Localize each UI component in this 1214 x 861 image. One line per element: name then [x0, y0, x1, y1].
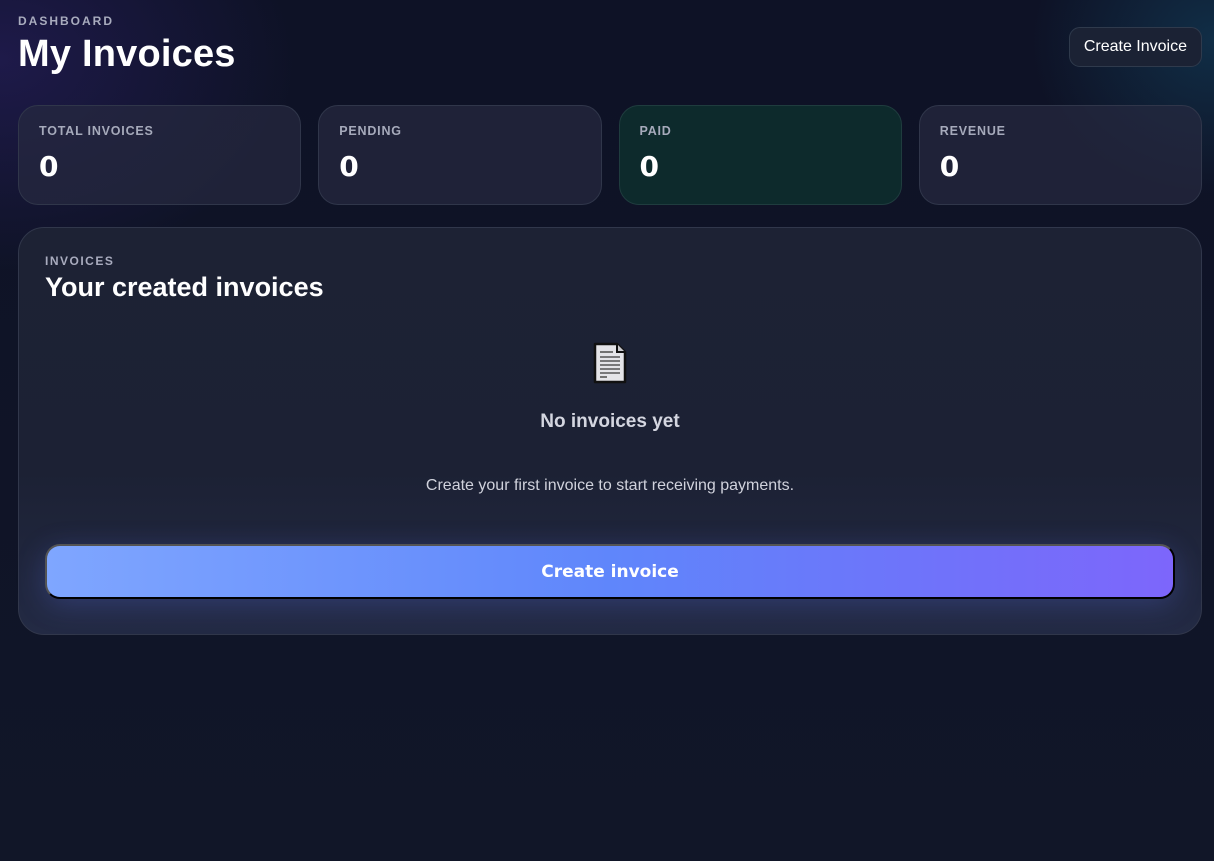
stat-label: REVENUE: [939, 124, 1006, 138]
stat-value: 0: [939, 150, 960, 183]
create-invoice-cta-button[interactable]: Create invoice: [45, 544, 1175, 599]
panel-eyebrow: INVOICES: [45, 254, 115, 268]
empty-state-title: No invoices yet: [540, 411, 680, 432]
stat-label: PENDING: [339, 124, 402, 138]
stat-value: 0: [639, 150, 659, 183]
stat-card-pending: PENDING 0: [318, 105, 602, 205]
stat-card-paid: PAID 0: [618, 105, 902, 205]
stat-card-total: TOTAL INVOICES 0: [18, 105, 302, 205]
page-header: DASHBOARD My Invoices Create Invoice: [18, 14, 1202, 84]
page-title: My Invoices: [18, 33, 236, 75]
stat-value: 0: [39, 150, 59, 183]
empty-state: No invoices yet Create your first invoic…: [19, 342, 1201, 495]
page-eyebrow: DASHBOARD: [18, 14, 114, 28]
document-icon: [593, 342, 627, 384]
invoices-panel: INVOICES Your created invoices No invoic…: [18, 227, 1202, 635]
stat-card-revenue: REVENUE 0: [918, 105, 1202, 205]
stats-row: TOTAL INVOICES 0 PENDING 0 PAID 0 REVENU…: [18, 105, 1202, 205]
panel-title: Your created invoices: [45, 272, 324, 302]
stat-label: PAID: [639, 124, 672, 138]
stat-label: TOTAL INVOICES: [39, 124, 154, 138]
create-invoice-button[interactable]: Create Invoice: [1068, 27, 1202, 67]
stat-value: 0: [339, 150, 359, 183]
empty-state-text: Create your first invoice to start recei…: [425, 477, 795, 494]
